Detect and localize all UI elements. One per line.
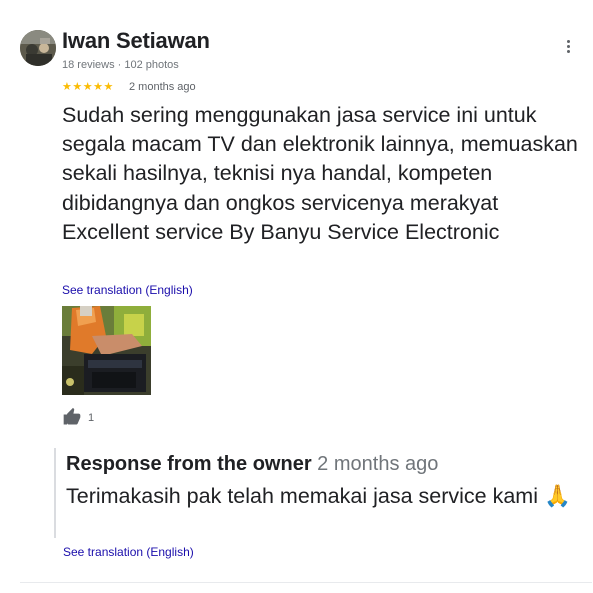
more-vert-icon — [566, 39, 570, 43]
reviewer-name[interactable]: Iwan Setiawan — [62, 28, 210, 54]
owner-response-label: Response from the owner — [66, 453, 312, 475]
avatar-photo — [20, 30, 56, 66]
owner-response-divider — [54, 448, 56, 538]
thumbs-up-icon[interactable] — [62, 407, 82, 427]
see-translation-link[interactable]: See translation (English) — [62, 283, 193, 297]
avatar[interactable] — [20, 30, 56, 66]
review-divider — [20, 582, 592, 583]
review-photo-image — [62, 306, 151, 395]
owner-see-translation-link[interactable]: See translation (English) — [63, 545, 194, 559]
owner-response-date: 2 months ago — [317, 453, 439, 475]
like-count: 1 — [88, 412, 95, 424]
owner-response-text: Terimakasih pak telah memakai jasa servi… — [66, 484, 571, 508]
star-rating: ★★★★★ — [62, 81, 114, 93]
owner-response-header: Response from the owner 2 months ago — [66, 453, 438, 476]
more-options-button[interactable] — [558, 36, 578, 56]
review-text: Sudah sering menggunakan jasa service in… — [62, 103, 578, 244]
reviewer-meta: 18 reviews · 102 photos — [62, 59, 179, 71]
review-photo[interactable] — [62, 306, 151, 395]
review-date: 2 months ago — [129, 81, 196, 93]
